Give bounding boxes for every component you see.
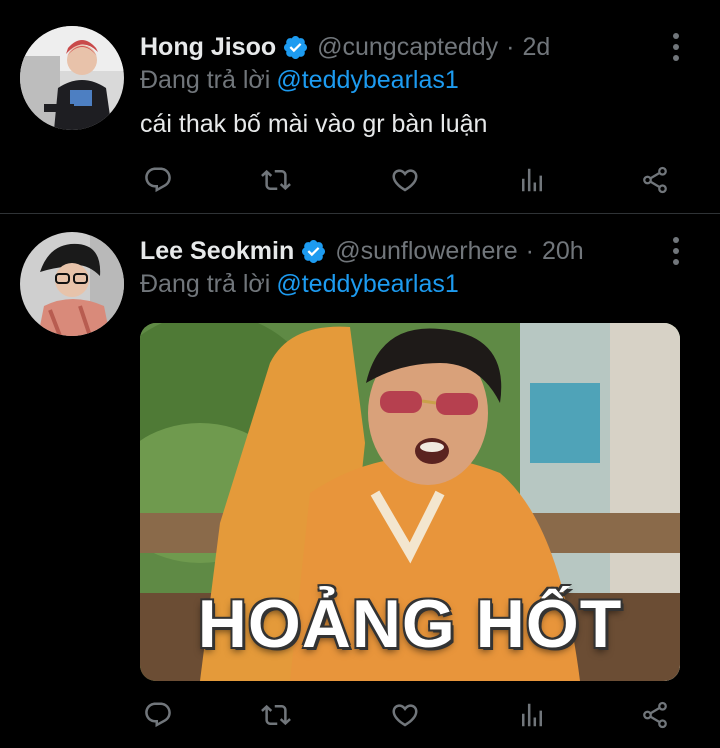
meme-caption: HOẢNG HỐT: [197, 586, 623, 662]
verified-badge-icon: [302, 239, 326, 263]
analytics-icon: [522, 703, 542, 727]
separator: ·: [506, 32, 515, 61]
like-button[interactable]: [387, 697, 423, 733]
reply-icon: [145, 702, 171, 728]
timestamp[interactable]: 2d: [523, 33, 551, 62]
views-button[interactable]: [514, 162, 550, 198]
tweet-header: Hong Jisoo @cungcapteddy · 2d: [140, 30, 624, 64]
tweet[interactable]: Lee Seokmin @sunflowerhere · 20h Đang tr…: [0, 214, 720, 748]
avatar-photo: [20, 26, 124, 130]
retweet-button[interactable]: [258, 162, 294, 198]
avatar-photo: [20, 232, 124, 336]
more-vertical-icon[interactable]: [664, 30, 688, 64]
reply-button[interactable]: [140, 162, 176, 198]
heart-icon: [392, 704, 418, 727]
views-button[interactable]: [514, 697, 550, 733]
reply-to-link[interactable]: @teddybearlas1: [276, 66, 458, 94]
like-button[interactable]: [387, 162, 423, 198]
reply-context: Đang trả lời @teddybearlas1: [140, 270, 459, 299]
reply-icon: [145, 167, 171, 193]
reply-to-link[interactable]: @teddybearlas1: [276, 270, 458, 298]
retweet-icon: [261, 704, 291, 726]
tweet-text: cái thak bố mài vào gr bàn luận: [140, 110, 488, 138]
tweet-header: Lee Seokmin @sunflowerhere · 20h: [140, 234, 624, 268]
display-name[interactable]: Hong Jisoo: [140, 33, 276, 62]
share-button[interactable]: [637, 162, 673, 198]
share-button[interactable]: [637, 697, 673, 733]
reply-button[interactable]: [140, 697, 176, 733]
retweet-button[interactable]: [258, 697, 294, 733]
handle[interactable]: @cungcapteddy: [317, 33, 498, 62]
avatar[interactable]: [20, 232, 124, 336]
timestamp[interactable]: 20h: [542, 237, 584, 266]
reply-prefix: Đang trả lời: [140, 270, 271, 298]
tweet-media-image[interactable]: HOẢNG HỐT: [140, 323, 680, 681]
analytics-icon: [522, 168, 542, 192]
share-icon: [643, 701, 667, 729]
separator: ·: [525, 236, 534, 265]
retweet-icon: [261, 169, 291, 191]
handle[interactable]: @sunflowerhere: [335, 237, 517, 266]
tweet-actions: [140, 162, 680, 198]
verified-badge-icon: [284, 35, 308, 59]
tweet[interactable]: Hong Jisoo @cungcapteddy · 2d Đang trả l…: [0, 0, 720, 213]
reply-context: Đang trả lời @teddybearlas1: [140, 66, 459, 95]
more-vertical-icon[interactable]: [664, 234, 688, 268]
avatar[interactable]: [20, 26, 124, 130]
heart-icon: [392, 169, 418, 192]
share-icon: [643, 166, 667, 194]
reply-prefix: Đang trả lời: [140, 66, 271, 94]
display-name[interactable]: Lee Seokmin: [140, 237, 294, 266]
tweet-actions: [140, 697, 680, 733]
